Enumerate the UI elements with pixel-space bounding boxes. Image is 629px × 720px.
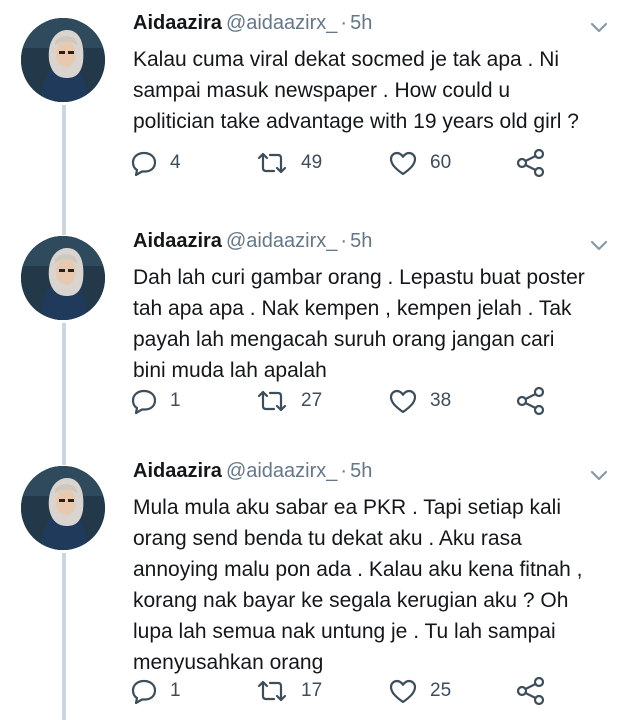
- reply-button[interactable]: 1: [130, 676, 181, 706]
- tweet-text-line: korang nak bayar ke segala kerugian aku …: [133, 589, 569, 612]
- user-handle[interactable]: @aidaazirx_: [226, 12, 337, 34]
- tweet-header: Aidaazira @aidaazirx_ · 5h: [133, 10, 372, 36]
- separator: ·: [340, 12, 348, 34]
- tweet-header: Aidaazira @aidaazirx_ · 5h: [133, 458, 372, 484]
- reply-button[interactable]: 1: [130, 386, 181, 416]
- tweet-text-line: tah apa apa . Nak kempen , kempen jelah …: [133, 297, 572, 320]
- avatar[interactable]: [21, 18, 105, 102]
- tweet-text-line: annoying malu pon ada . Kalau aku kena f…: [133, 558, 583, 581]
- heart-icon: [388, 387, 418, 415]
- tweet[interactable]: Aidaazira @aidaazirx_ · 5h Kalau cuma viral…: [0, 0, 629, 230]
- like-count: 38: [430, 390, 452, 411]
- timestamp[interactable]: 5h: [350, 12, 372, 34]
- tweet-actions: 1 17 25: [130, 676, 570, 706]
- display-name[interactable]: Aidaazira: [133, 12, 222, 34]
- tweet-actions: 1 27 38: [130, 386, 570, 416]
- retweet-count: 49: [301, 152, 323, 173]
- display-name[interactable]: Aidaazira: [133, 460, 222, 482]
- separator: ·: [340, 460, 348, 482]
- retweet-button[interactable]: 27: [255, 386, 322, 416]
- timestamp[interactable]: 5h: [350, 460, 372, 482]
- share-button[interactable]: [515, 386, 547, 416]
- like-button[interactable]: 25: [388, 676, 451, 706]
- like-button[interactable]: 38: [388, 386, 451, 416]
- share-button[interactable]: [515, 148, 547, 178]
- tweet-text: Kalau cuma viral dekat socmed je tak apa…: [133, 44, 623, 137]
- chevron-down-icon[interactable]: [588, 234, 610, 256]
- heart-icon: [388, 677, 418, 705]
- like-button[interactable]: 60: [388, 148, 451, 178]
- share-button[interactable]: [515, 676, 547, 706]
- retweet-count: 17: [301, 680, 323, 701]
- tweet-text: Dah lah curi gambar orang . Lepastu buat…: [133, 262, 623, 386]
- tweet-text-line: sampai masuk newspaper . How could u: [133, 79, 511, 102]
- share-icon: [515, 676, 547, 706]
- tweet-text-line: politician take advantage with 19 years …: [133, 110, 579, 133]
- retweet-icon: [255, 149, 289, 177]
- like-count: 25: [430, 680, 452, 701]
- avatar[interactable]: [21, 236, 105, 320]
- reply-count: 1: [170, 390, 181, 411]
- chevron-down-icon[interactable]: [588, 464, 610, 486]
- user-handle[interactable]: @aidaazirx_: [226, 230, 337, 252]
- reply-count: 4: [170, 152, 181, 173]
- share-icon: [515, 148, 547, 178]
- tweet-text-line: Kalau cuma viral dekat socmed je tak apa…: [133, 48, 560, 71]
- tweet-text-line: payah lah mengacah suruh orang jangan ca…: [133, 328, 555, 351]
- tweet-text: Mula mula aku sabar ea PKR . Tapi setiap…: [133, 492, 623, 678]
- retweet-icon: [255, 677, 289, 705]
- tweet-text-line: menyusahkan orang: [133, 651, 324, 674]
- tweet-text-line: lupa lah semua nak untung je . Tu lah sa…: [133, 620, 556, 643]
- heart-icon: [388, 149, 418, 177]
- retweet-button[interactable]: 49: [255, 148, 322, 178]
- like-count: 60: [430, 152, 452, 173]
- avatar[interactable]: [21, 466, 105, 550]
- tweet-text-line: Dah lah curi gambar orang . Lepastu buat…: [133, 266, 585, 289]
- reply-icon: [130, 387, 158, 415]
- retweet-count: 27: [301, 390, 323, 411]
- user-handle[interactable]: @aidaazirx_: [226, 460, 337, 482]
- reply-icon: [130, 149, 158, 177]
- tweet-actions: 4 49 60: [130, 148, 570, 178]
- separator: ·: [340, 230, 348, 252]
- tweet-header: Aidaazira @aidaazirx_ · 5h: [133, 228, 372, 254]
- tweet[interactable]: Aidaazira @aidaazirx_ · 5h Mula mula aku sa…: [0, 448, 629, 720]
- tweet-text-line: orang send benda tu dekat aku . Aku rasa: [133, 527, 522, 550]
- display-name[interactable]: Aidaazira: [133, 230, 222, 252]
- tweet-text-line: Mula mula aku sabar ea PKR . Tapi setiap…: [133, 496, 561, 519]
- reply-icon: [130, 677, 158, 705]
- chevron-down-icon[interactable]: [588, 16, 610, 38]
- retweet-button[interactable]: 17: [255, 676, 322, 706]
- timestamp[interactable]: 5h: [350, 230, 372, 252]
- tweet-text-line: bini muda lah apalah: [133, 359, 327, 382]
- reply-count: 1: [170, 680, 181, 701]
- reply-button[interactable]: 4: [130, 148, 181, 178]
- share-icon: [515, 386, 547, 416]
- tweet[interactable]: Aidaazira @aidaazirx_ · 5h Dah lah curi gam…: [0, 218, 629, 448]
- retweet-icon: [255, 387, 289, 415]
